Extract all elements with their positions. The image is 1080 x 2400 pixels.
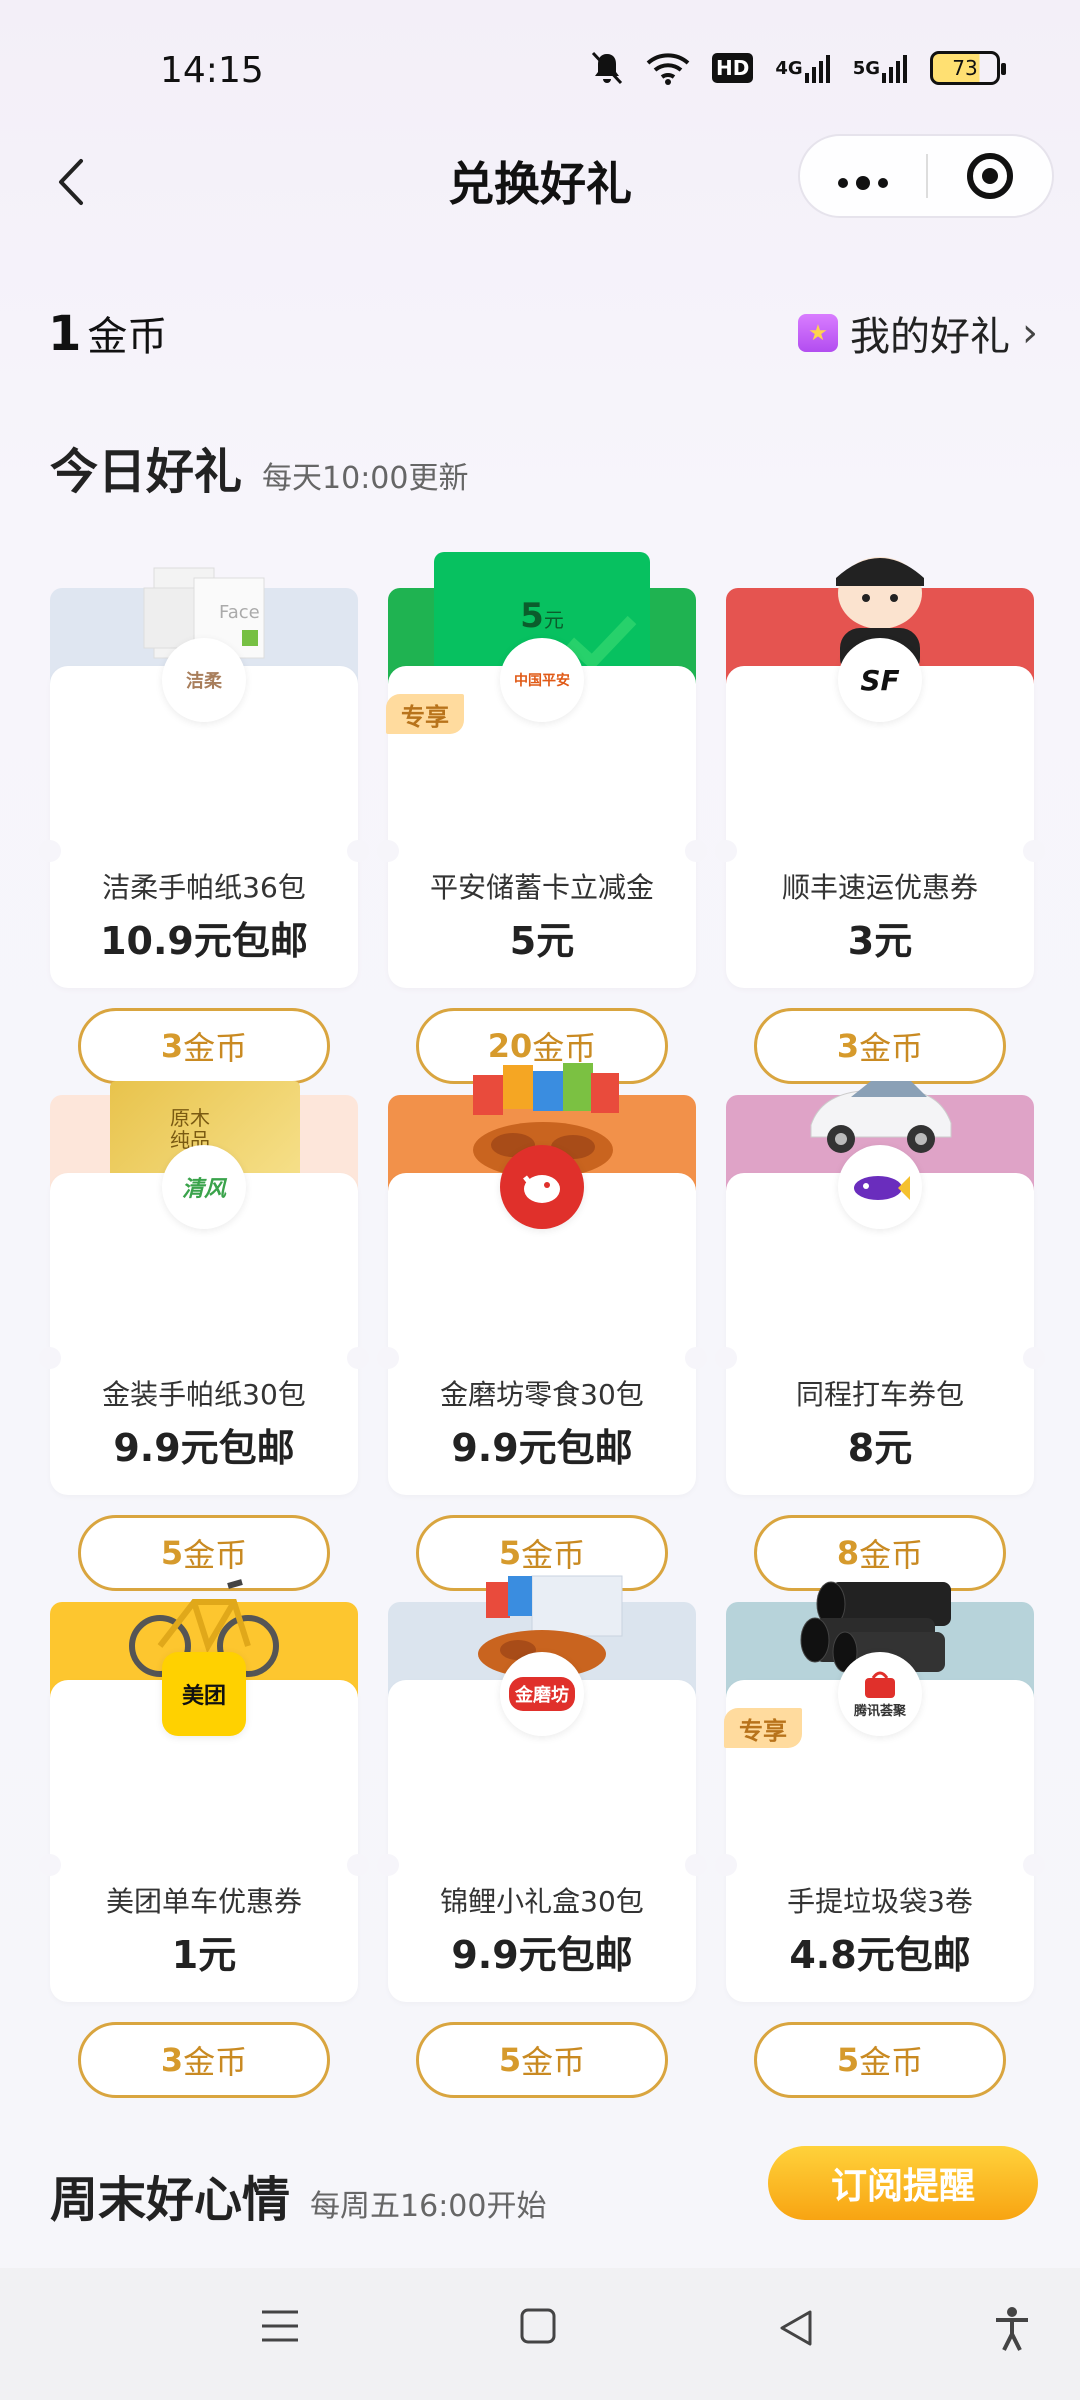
status-bar: 14:15 HD 4G 5G 73 — [0, 0, 1080, 140]
brand-logo-jinmofang: 金磨坊 — [500, 1652, 584, 1736]
weekend-title: 周末好心情 — [50, 2172, 291, 2228]
gift-price: 9.9元包邮 — [113, 1426, 295, 1470]
jd-dog-icon — [523, 1175, 560, 1203]
gift-price: 4.8元包邮 — [789, 1933, 971, 1977]
mute-icon — [590, 48, 624, 88]
battery-level: 73 — [952, 56, 978, 80]
brand-logo-pingan: 中国平安 — [500, 638, 584, 722]
coin-cost-unit: 金币 — [859, 2043, 924, 2081]
gift-price: 1元 — [171, 1933, 237, 1977]
gift-name: 手提垃圾袋3卷 — [787, 1885, 973, 1918]
hd-icon: HD — [712, 53, 754, 83]
gift-card-jinli-box[interactable]: 锦鲤小礼盒30包 9.9元包邮 5 金币 金磨坊 — [377, 1562, 707, 2098]
coin-count: 1 — [48, 306, 82, 362]
gift-name: 金装手帕纸30包 — [102, 1378, 306, 1411]
shopping-bag-icon — [865, 1671, 895, 1698]
back-triangle-icon[interactable] — [774, 2306, 818, 2361]
today-title: 今日好礼 — [50, 444, 243, 500]
my-gifts-label: 我的好礼 — [850, 314, 1010, 360]
nav-bar: 兑换好礼 — [0, 130, 1080, 230]
my-gifts-link[interactable]: ★ 我的好礼 › — [798, 304, 1038, 362]
gift-price: 10.9元包邮 — [100, 919, 308, 963]
coin-unit: 金币 — [87, 314, 168, 360]
brand-logo-jierou: 洁柔 — [162, 638, 246, 722]
gift-price: 3元 — [847, 919, 913, 963]
accessibility-icon[interactable] — [992, 2306, 1032, 2363]
menu-icon[interactable] — [258, 2306, 302, 2357]
brand-logo-jd — [500, 1145, 584, 1229]
signal-5g-icon: 5G — [853, 48, 908, 88]
gift-card-sf[interactable]: 顺丰速运优惠券 3元 3 金币 SF — [715, 548, 1045, 1084]
gift-card-meituan-bike[interactable]: 美团单车优惠券 1元 3 金币 美团 — [39, 1562, 369, 2098]
coin-cost-unit: 金币 — [521, 2043, 586, 2081]
gift-name: 顺丰速运优惠券 — [781, 871, 978, 904]
signal-4g-icon: 4G — [775, 48, 830, 88]
exclusive-badge: 专享 — [386, 694, 464, 734]
tongcheng-fish-icon — [854, 1176, 910, 1200]
coin-cost: 5 — [498, 2041, 522, 2079]
gift-price: 9.9元包邮 — [451, 1933, 633, 1977]
brand-logo-sf: SF — [838, 638, 922, 722]
coin-balance: 1 金币 — [48, 304, 167, 362]
brand-logo-tencent-huiju: 腾讯荟聚 — [838, 1652, 922, 1736]
brand-logo-qingfeng: 清风 — [162, 1145, 246, 1229]
gift-card-pingan[interactable]: 5元 平安储蓄卡立减金 5元 20 金币 中国平安 专享 — [377, 548, 707, 1084]
coin-cost-unit: 金币 — [183, 2043, 248, 2081]
jinmofang-logo-text: 金磨坊 — [509, 1677, 575, 1711]
redeem-button[interactable]: 3 金币 — [78, 2022, 330, 2098]
exclusive-badge: 专享 — [724, 1708, 802, 1748]
today-subtitle: 每天10:00更新 — [262, 461, 469, 496]
more-button[interactable] — [800, 151, 926, 202]
gift-card-jierou[interactable]: Face 洁柔手帕纸36包 10.9元包邮 3 金币 洁柔 — [39, 548, 369, 1084]
tencent-huiju-label: 腾讯荟聚 — [853, 1703, 906, 1719]
gift-name: 平安储蓄卡立减金 — [429, 871, 654, 904]
gift-card-jinmofang-snacks[interactable]: 金磨坊零食30包 9.9元包邮 5 金币 — [377, 1055, 707, 1591]
gift-name: 锦鲤小礼盒30包 — [440, 1885, 644, 1918]
gift-card-trash-bags[interactable]: 手提垃圾袋3卷 4.8元包邮 5 金币 腾讯荟聚 专享 — [715, 1562, 1045, 2098]
gift-name: 美团单车优惠券 — [105, 1885, 302, 1918]
weekend-subtitle: 每周五16:00开始 — [310, 2189, 547, 2224]
gift-price: 8元 — [847, 1426, 913, 1470]
more-dots-icon — [838, 175, 888, 190]
brand-logo-meituan: 美团 — [162, 1652, 246, 1736]
target-icon — [966, 153, 1013, 199]
gift-name: 金磨坊零食30包 — [440, 1378, 644, 1411]
svg-text:Face: Face — [219, 602, 260, 623]
today-section-header: 今日好礼 每天10:00更新 — [50, 432, 468, 502]
voucher-amount: 5 — [520, 596, 544, 636]
gift-price: 9.9元包邮 — [451, 1426, 633, 1470]
weekend-section-header: 周末好心情 每周五16:00开始 — [50, 2160, 546, 2230]
system-nav-bar — [0, 2268, 1080, 2400]
brand-logo-tongcheng — [838, 1145, 922, 1229]
gift-box-icon: ★ — [798, 314, 838, 352]
signal-5g-label: 5G — [852, 57, 880, 79]
wifi-icon — [646, 48, 690, 88]
gift-price: 5元 — [509, 919, 575, 963]
redeem-button[interactable]: 5 金币 — [416, 2022, 668, 2098]
redeem-button[interactable]: 5 金币 — [754, 2022, 1006, 2098]
status-time: 14:15 — [160, 50, 264, 91]
coin-cost: 3 — [160, 2041, 184, 2079]
gift-name: 洁柔手帕纸36包 — [102, 871, 306, 904]
coin-balance-row: 1 金币 ★ 我的好礼 › — [48, 298, 1038, 368]
battery-icon: 73 — [930, 51, 1006, 85]
signal-4g-label: 4G — [775, 57, 803, 79]
gift-name: 同程打车券包 — [795, 1378, 964, 1411]
chevron-right-icon: › — [1022, 310, 1038, 356]
subscribe-reminder-button[interactable]: 订阅提醒 — [768, 2146, 1038, 2220]
gift-card-tongcheng[interactable]: 同程打车券包 8元 8 金币 — [715, 1055, 1045, 1591]
gift-card-qingfeng[interactable]: 原木纯品 金装手帕纸30包 9.9元包邮 5 金币 清风 — [39, 1055, 369, 1591]
home-square-icon[interactable] — [518, 2306, 558, 2357]
close-miniprogram-button[interactable] — [928, 153, 1052, 199]
status-icons: HD 4G 5G 73 — [590, 48, 1006, 88]
mini-program-capsule — [798, 134, 1054, 218]
coin-cost: 5 — [836, 2041, 860, 2079]
